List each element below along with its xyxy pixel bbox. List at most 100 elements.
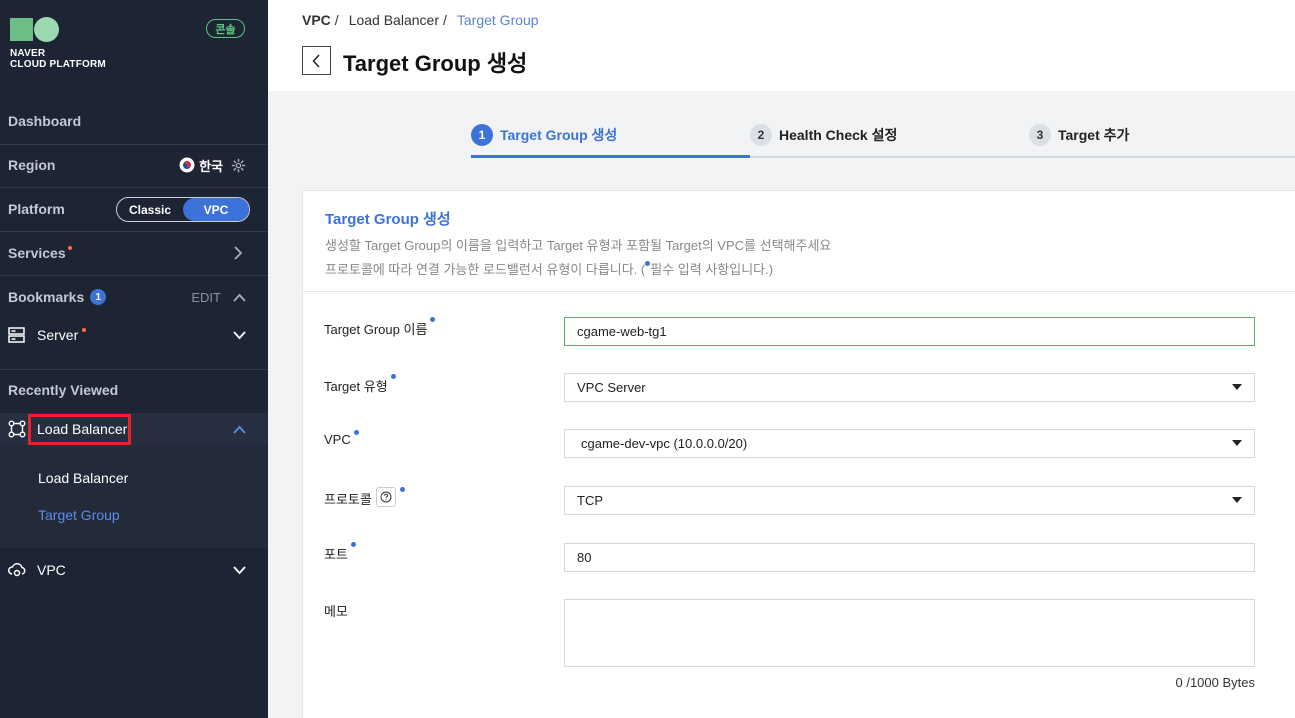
- platform-toggle[interactable]: Classic VPC: [116, 197, 250, 222]
- new-indicator-dot: [82, 328, 87, 332]
- recently-viewed-heading: Recently Viewed: [0, 377, 268, 403]
- label-text: Target 유형: [324, 379, 388, 394]
- chevron-right-icon: [234, 246, 243, 260]
- server-label: Server: [37, 327, 79, 343]
- naver-cloud-logo[interactable]: NAVER CLOUD PLATFORM: [10, 17, 106, 70]
- platform-label: Platform: [8, 201, 65, 217]
- region-selector[interactable]: 한국: [179, 156, 246, 175]
- platform-classic-option[interactable]: Classic: [117, 198, 183, 221]
- server-icon: [8, 327, 25, 343]
- breadcrumb-separator: /: [334, 12, 339, 28]
- region-value: 한국: [199, 158, 223, 174]
- gear-icon[interactable]: [231, 158, 246, 173]
- recently-viewed-label: Recently Viewed: [8, 382, 119, 398]
- chevron-up-icon[interactable]: [233, 425, 246, 434]
- select-value: cgame-dev-vpc (10.0.0.0/20): [581, 436, 748, 451]
- sidebar-item-region: Region 한국: [0, 152, 268, 178]
- chevron-up-icon[interactable]: [233, 293, 246, 302]
- required-dot: [430, 317, 436, 322]
- label-text: 포트: [324, 547, 348, 562]
- logo-mark-icon: [10, 17, 106, 42]
- panel-header: Target Group 생성 생성할 Target Group의 이름을 입력…: [303, 191, 1295, 292]
- console-badge[interactable]: 콘솔: [206, 19, 245, 38]
- bookmarks-edit-button[interactable]: EDIT: [191, 290, 221, 305]
- memo-label: 메모: [324, 601, 348, 620]
- highlight-box: [28, 414, 131, 445]
- region-label: Region: [8, 157, 56, 173]
- step-2: 2 Health Check 설정: [750, 124, 897, 146]
- required-dot: [399, 487, 405, 492]
- dashboard-label: Dashboard: [8, 113, 82, 129]
- platform-vpc-option[interactable]: VPC: [183, 198, 249, 221]
- target-type-label: Target 유형: [324, 374, 396, 395]
- logo-text: NAVER CLOUD PLATFORM: [10, 48, 106, 70]
- memo-textarea[interactable]: [564, 599, 1255, 667]
- label-text: 메모: [324, 604, 348, 619]
- steps-active-indicator: [471, 155, 750, 158]
- korea-flag-icon: [179, 157, 195, 173]
- submenu-item-load-balancer[interactable]: Load Balancer: [0, 466, 268, 490]
- description-text: 필수 입력 사항입니다.): [650, 262, 774, 277]
- recent-item-vpc[interactable]: VPC: [0, 556, 268, 584]
- step-number: 3: [1029, 124, 1051, 146]
- target-group-name-input[interactable]: cgame-web-tg1: [564, 317, 1255, 346]
- required-dot: [353, 430, 359, 435]
- description-line-2: 프로토콜에 따라 연결 가능한 로드밸런서 유형이 다릅니다. ( 필수 입력 사…: [325, 258, 831, 282]
- step-1: 1 Target Group 생성: [471, 124, 617, 146]
- select-value: VPC Server: [577, 380, 646, 395]
- memo-byte-counter: 0 /1000 Bytes: [1175, 675, 1256, 690]
- vpc-label: VPC: [324, 430, 359, 447]
- target-type-select[interactable]: VPC Server: [564, 373, 1255, 402]
- page-title: Target Group 생성: [343, 51, 528, 76]
- breadcrumb-load-balancer[interactable]: Load Balancer: [349, 12, 439, 28]
- bookmarks-count-badge: 1: [90, 289, 107, 305]
- submenu-load-balancer-label: Load Balancer: [38, 470, 129, 486]
- step-number: 1: [471, 124, 493, 146]
- submenu-target-group-label: Target Group: [38, 507, 120, 523]
- services-label: Services: [8, 245, 66, 261]
- sidebar-item-services[interactable]: Services: [0, 240, 268, 266]
- select-value: TCP: [577, 493, 603, 508]
- load-balancer-icon: [8, 420, 26, 438]
- bookmarks-label: Bookmarks: [8, 289, 85, 305]
- step-3: 3 Target 추가: [1029, 124, 1129, 146]
- vpc-cloud-icon: [8, 563, 26, 577]
- panel-title: Target Group 생성: [325, 211, 451, 228]
- dropdown-caret-icon: [1232, 384, 1242, 390]
- description-text: 프로토콜에 따라 연결 가능한 로드밸런서 유형이 다릅니다. (: [325, 262, 646, 277]
- step-number: 2: [750, 124, 772, 146]
- back-button[interactable]: [302, 46, 331, 75]
- chevron-down-icon[interactable]: [233, 330, 246, 340]
- breadcrumb: VPC / Load Balancer / Target Group: [302, 12, 539, 28]
- label-text: Target Group 이름: [324, 322, 428, 337]
- port-input[interactable]: 80: [564, 543, 1255, 572]
- dropdown-caret-icon: [1232, 440, 1242, 446]
- new-indicator-dot: [67, 246, 72, 250]
- port-label: 포트: [324, 542, 356, 563]
- breadcrumb-vpc[interactable]: VPC: [302, 12, 331, 28]
- label-text: 프로토콜: [324, 492, 372, 507]
- required-dot: [350, 542, 356, 547]
- help-icon[interactable]: [375, 487, 396, 507]
- chevron-down-icon[interactable]: [233, 565, 246, 575]
- sidebar-item-dashboard[interactable]: Dashboard: [0, 108, 268, 134]
- breadcrumb-separator: /: [442, 12, 447, 28]
- target-group-name-label: Target Group 이름: [324, 317, 436, 338]
- protocol-select[interactable]: TCP: [564, 486, 1255, 515]
- step-label: Target 추가: [1058, 127, 1130, 143]
- breadcrumb-target-group: Target Group: [456, 12, 539, 28]
- submenu-item-target-group[interactable]: Target Group: [0, 503, 268, 527]
- vpc-label: VPC: [37, 562, 66, 578]
- panel-description: 생성할 Target Group의 이름을 입력하고 Target 유형과 포함…: [325, 234, 831, 282]
- load-balancer-submenu: [0, 445, 268, 548]
- wizard-steps: 1 Target Group 생성 2 Health Check 설정 3 Ta…: [471, 124, 1295, 158]
- label-text: VPC: [324, 432, 351, 447]
- page-header: VPC / Load Balancer / Target Group Target …: [268, 0, 1295, 91]
- step-label: Target Group 생성: [500, 127, 618, 143]
- bookmark-item-server[interactable]: Server: [0, 322, 268, 348]
- protocol-label: 프로토콜: [324, 487, 405, 508]
- sidebar: NAVER CLOUD PLATFORM 콘솔 Dashboard Region…: [0, 0, 268, 718]
- dropdown-caret-icon: [1232, 497, 1242, 503]
- required-dot: [390, 374, 396, 379]
- vpc-select[interactable]: cgame-dev-vpc (10.0.0.0/20): [564, 429, 1255, 458]
